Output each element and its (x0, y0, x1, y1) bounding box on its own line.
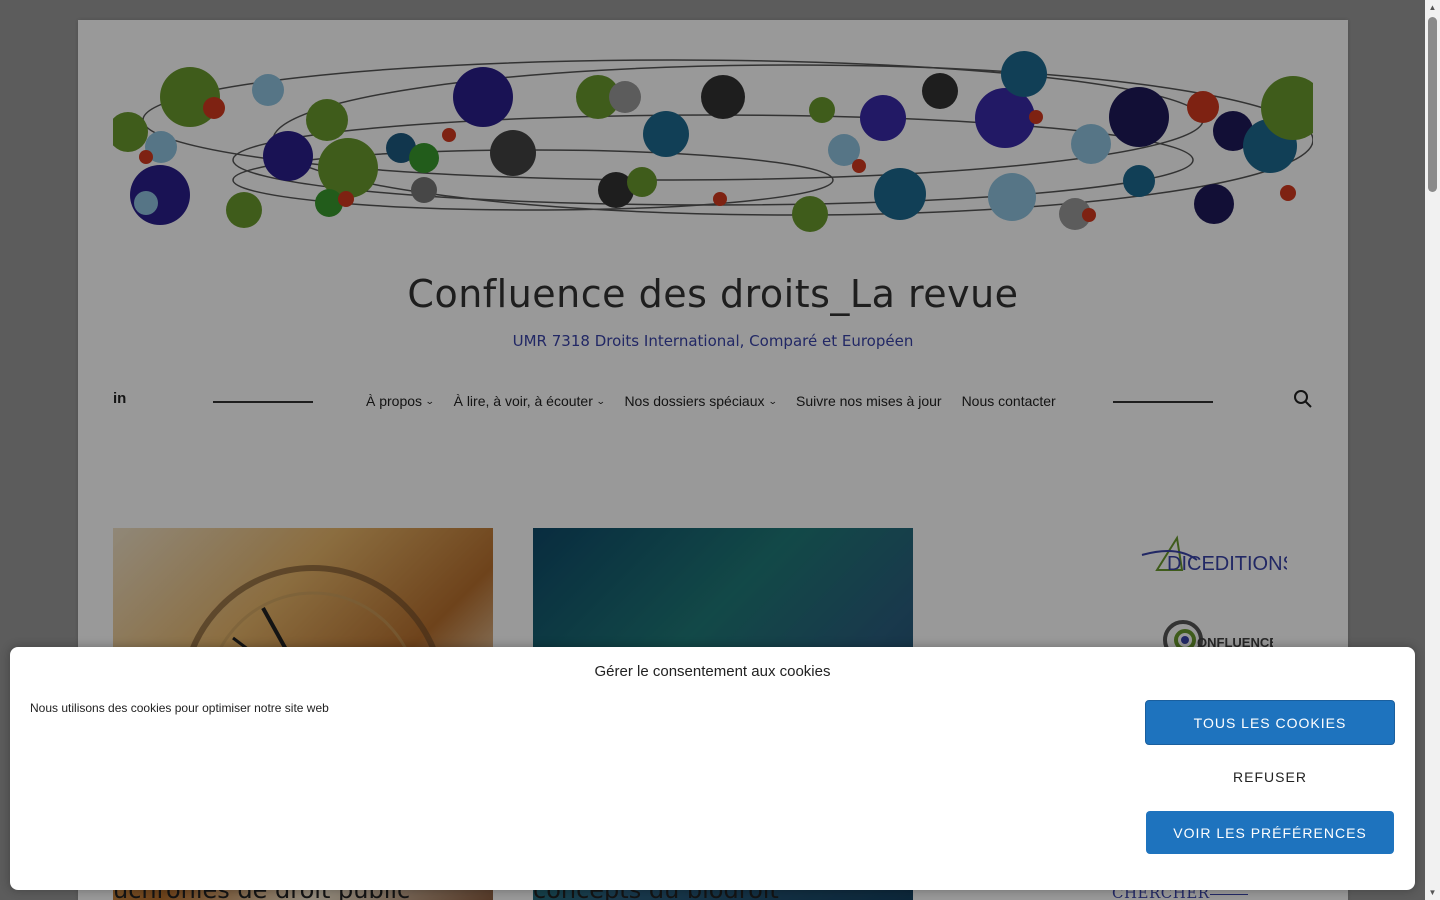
cookie-consent-banner: Gérer le consentement aux cookies Nous u… (10, 647, 1415, 890)
deny-cookies-button[interactable]: REFUSER (1146, 755, 1394, 798)
page-scrollbar[interactable]: ▲ ▼ (1425, 0, 1440, 900)
view-preferences-button[interactable]: VOIR LES PRÉFÉRENCES (1146, 811, 1394, 854)
cookie-title: Gérer le consentement aux cookies (594, 663, 831, 680)
scroll-up-icon[interactable]: ▲ (1425, 0, 1440, 15)
accept-all-cookies-button[interactable]: TOUS LES COOKIES (1145, 700, 1395, 745)
scrollbar-thumb[interactable] (1428, 17, 1437, 192)
cookie-message: Nous utilisons des cookies pour optimise… (30, 701, 329, 715)
scroll-down-icon[interactable]: ▼ (1425, 885, 1440, 900)
